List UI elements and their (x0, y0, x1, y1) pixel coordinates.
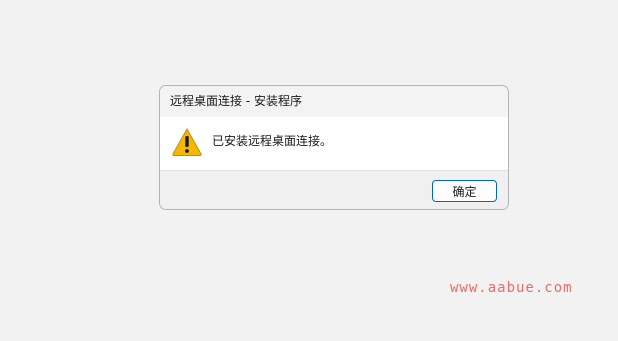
dialog-titlebar: 远程桌面连接 - 安装程序 (160, 86, 508, 117)
ok-button[interactable]: 确定 (432, 180, 497, 202)
warning-icon (172, 127, 202, 156)
dialog-title: 远程桌面连接 - 安装程序 (170, 94, 302, 108)
dialog-message: 已安装远程桌面连接。 (212, 134, 333, 148)
dialog-footer: 确定 (160, 170, 508, 209)
watermark-text: www.aabue.com (450, 280, 573, 296)
setup-dialog: 远程桌面连接 - 安装程序 已安装远程桌面连接。 确定 (159, 85, 509, 210)
dialog-content: 已安装远程桌面连接。 (160, 117, 508, 170)
